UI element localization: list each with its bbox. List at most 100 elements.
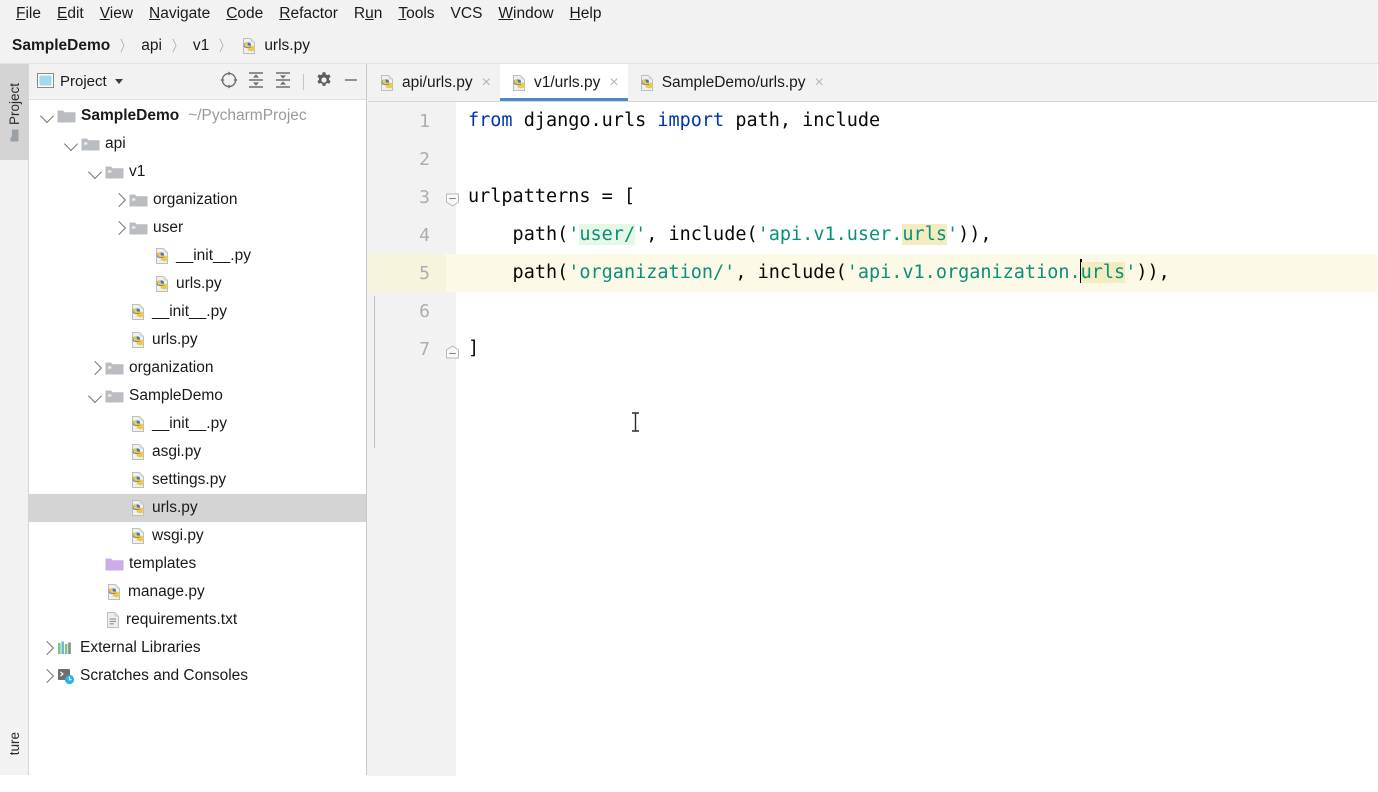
editor-tab-sampledemo-urls-py[interactable]: SampleDemo/urls.py× [628,64,833,101]
fold-collapse-end-icon[interactable] [446,343,459,356]
tree-row[interactable]: Scratches and Consoles [29,662,366,690]
python-file-icon [510,74,528,92]
menu-item-run[interactable]: Run [346,3,390,25]
tree-row[interactable]: wsgi.py [29,522,366,550]
tree-row[interactable]: api [29,130,366,158]
module-path: django.urls [513,110,658,131]
python-file-icon [638,74,656,92]
close-icon[interactable]: × [815,75,824,91]
tree-item-label: v1 [129,163,145,181]
menu-item-help[interactable]: Help [562,3,610,25]
tree-row[interactable]: External Libraries [29,634,366,662]
breadcrumb-item-v1[interactable]: v1 [193,37,209,55]
editor-tab-label: api/urls.py [402,74,473,92]
python-file-icon [153,275,171,293]
line-number: 5 [368,254,446,292]
tree-row[interactable]: manage.py [29,578,366,606]
tree-row[interactable]: settings.py [29,466,366,494]
code-editor[interactable]: 1 from django.urls import path, include … [368,102,1378,776]
python-file-icon [129,471,147,489]
tree-row[interactable]: asgi.py [29,438,366,466]
tree-item-label: urls.py [176,275,222,293]
tree-row[interactable]: organization [29,186,366,214]
tree-row[interactable]: __init__.py [29,410,366,438]
left-tool-strip: Project ture [0,64,29,775]
breadcrumb-item-urls-py[interactable]: urls.py [240,37,310,55]
expand-all-icon[interactable] [247,71,265,92]
identifier-highlight-urls: urls [902,224,947,245]
project-tree[interactable]: SampleDemo ~/PycharmProjec api v1 organizati… [29,100,366,775]
tree-row[interactable]: urls.py [29,270,366,298]
chevron-right-icon[interactable] [37,671,57,681]
python-file-icon [129,415,147,433]
menu-item-code[interactable]: Code [218,3,271,25]
tree-row[interactable]: user [29,214,366,242]
chevron-right-icon[interactable] [109,223,129,233]
breadcrumb-label: SampleDemo [12,37,110,55]
breadcrumb-item-api[interactable]: api [141,37,162,55]
chevron-right-icon[interactable] [85,363,105,373]
tree-row[interactable]: templates [29,550,366,578]
line-number: 3 [368,178,446,216]
tree-item-label: __init__.py [176,247,251,265]
tree-item-label: manage.py [128,583,205,601]
editor-tab-bar: api/urls.py×v1/urls.py×SampleDemo/urls.p… [368,64,1378,102]
close-icon[interactable]: × [482,75,491,91]
menu-item-window[interactable]: Window [490,3,561,25]
menu-item-navigate[interactable]: Navigate [141,3,218,25]
line-number: 6 [368,292,446,330]
chevron-down-icon[interactable] [85,391,105,401]
path-call: path( [468,262,568,283]
fold-collapse-icon[interactable] [446,191,459,204]
select-opened-file-icon[interactable] [220,71,238,92]
code-line-text: path('user/', include('api.v1.user.urls'… [456,216,992,254]
editor-tab-v1-urls-py[interactable]: v1/urls.py × [500,64,628,101]
tree-row[interactable]: __init__.py [29,298,366,326]
menu-item-view[interactable]: View [92,3,141,25]
tree-row[interactable]: SampleDemo ~/PycharmProjec [29,102,366,130]
path-call: path( [468,224,568,245]
tree-row[interactable]: organization [29,354,366,382]
tree-row[interactable]: requirements.txt [29,606,366,634]
code-line-text: from django.urls import path, include [456,102,880,140]
fold-cell [446,254,456,292]
chevron-right-icon[interactable] [37,643,57,653]
tree-row[interactable]: urls.py [29,326,366,354]
line-number: 2 [368,140,446,178]
tree-row[interactable]: urls.py [29,494,366,522]
include-call: , include( [646,224,757,245]
collapse-all-icon[interactable] [274,71,292,92]
tree-row[interactable]: SampleDemo [29,382,366,410]
menu-item-tools[interactable]: Tools [390,3,442,25]
project-tool-window: Project [29,64,367,775]
chevron-down-icon[interactable] [115,79,123,84]
chevron-down-icon[interactable] [61,139,81,149]
tree-item-label: Scratches and Consoles [80,667,248,685]
chevron-right-icon[interactable] [109,195,129,205]
tree-item-label: SampleDemo [129,387,223,405]
editor-tab-label: v1/urls.py [534,74,600,92]
tree-item-label: SampleDemo [81,107,179,125]
close-icon[interactable]: × [609,75,618,91]
menu-item-vcs[interactable]: VCS [443,3,491,25]
hide-icon[interactable] [342,71,360,92]
menu-item-file[interactable]: File [8,3,49,25]
tree-item-path: ~/PycharmProjec [188,107,306,125]
tree-row[interactable]: v1 [29,158,366,186]
menu-item-refactor[interactable]: Refactor [271,3,346,25]
tool-window-button-project[interactable]: Project [0,64,28,160]
folder-icon [105,389,124,404]
settings-gear-icon[interactable] [315,71,333,92]
editor-tab-api-urls-py[interactable]: api/urls.py × [368,64,500,101]
tree-row[interactable]: __init__.py [29,242,366,270]
tool-window-button-structure[interactable]: ture [0,732,28,792]
python-file-icon [153,247,171,265]
chevron-down-icon[interactable] [85,167,105,177]
string-quote: ' [1125,262,1136,283]
route-literal-user: user/ [579,224,635,245]
breadcrumb-item-sampledemo[interactable]: SampleDemo [12,37,110,55]
tree-item-label: wsgi.py [152,527,204,545]
chevron-down-icon[interactable] [37,111,57,121]
menu-item-edit[interactable]: Edit [49,3,92,25]
editor-area: api/urls.py×v1/urls.py×SampleDemo/urls.p… [368,64,1378,775]
